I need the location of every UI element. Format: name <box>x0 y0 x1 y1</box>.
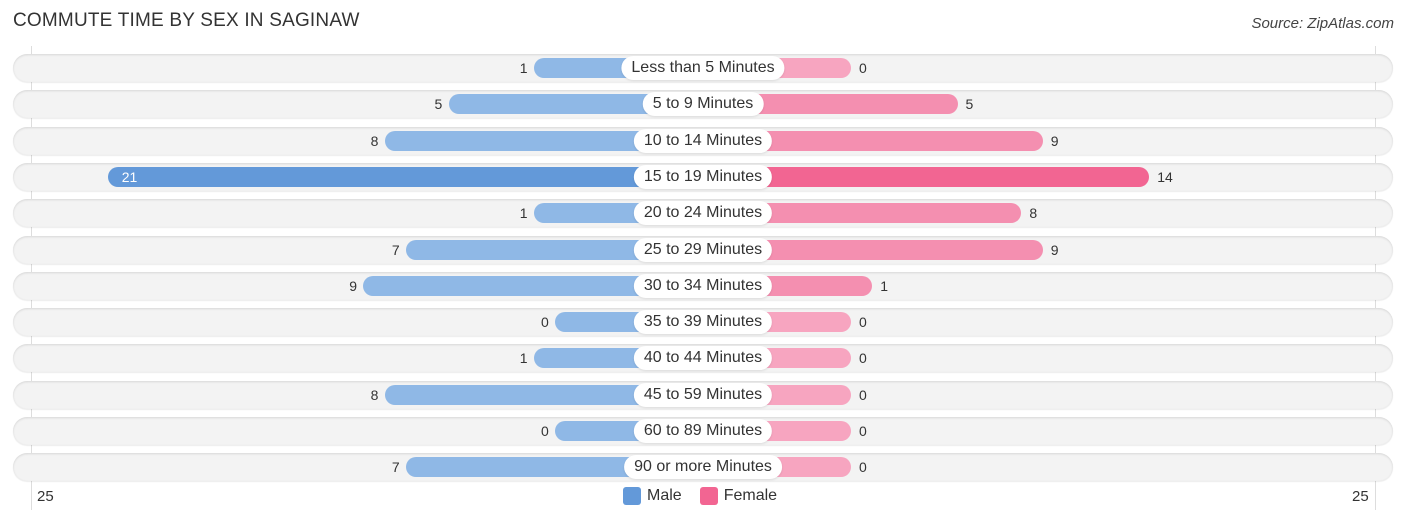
legend-label-male: Male <box>647 487 682 504</box>
male-bar[interactable] <box>107 166 703 187</box>
male-value-label: 0 <box>541 423 549 439</box>
female-value-label: 1 <box>880 277 889 294</box>
category-label: 5 to 9 Minutes <box>642 92 764 117</box>
female-value-label: 8 <box>1029 205 1038 222</box>
male-value-label: 0 <box>541 314 549 331</box>
female-value-label: 0 <box>859 350 867 367</box>
legend-swatch-female <box>699 487 718 505</box>
category-label: 20 to 24 Minutes <box>633 201 773 226</box>
male-value-label: 1 <box>519 350 528 367</box>
male-value-label: 5 <box>434 96 443 113</box>
male-value-label: 1 <box>519 60 528 76</box>
legend-item-female[interactable]: Female <box>699 487 778 505</box>
category-label: 30 to 34 Minutes <box>633 273 773 298</box>
male-value-label: 1 <box>519 205 528 222</box>
legend-swatch-male <box>623 487 641 505</box>
male-value-label: 7 <box>391 459 400 476</box>
female-value-label: 0 <box>859 314 867 331</box>
female-value-label: 0 <box>859 60 867 76</box>
category-label: 15 to 19 Minutes <box>633 164 773 189</box>
male-value-label: 9 <box>349 277 358 294</box>
legend: Male Female <box>623 487 795 505</box>
category-label: Less than 5 Minutes <box>621 56 785 80</box>
category-label: 25 to 29 Minutes <box>633 237 773 262</box>
male-value-label: 21 <box>121 168 138 185</box>
female-value-label: 0 <box>859 386 867 403</box>
left-axis-tick: 25 <box>37 488 54 505</box>
female-value-label: 9 <box>1050 241 1059 258</box>
legend-label-female: Female <box>723 487 778 504</box>
female-value-label: 9 <box>1050 132 1059 149</box>
legend-item-male[interactable]: Male <box>623 487 682 505</box>
female-value-label: 0 <box>859 459 867 476</box>
category-label: 40 to 44 Minutes <box>633 346 773 371</box>
female-value-label: 14 <box>1157 168 1173 185</box>
male-value-label: 8 <box>370 386 379 403</box>
female-value-label: 5 <box>965 96 974 113</box>
male-value-label: 8 <box>370 132 379 149</box>
chart-title: COMMUTE TIME BY SEX IN SAGINAW <box>13 10 360 31</box>
category-label: 45 to 59 Minutes <box>633 382 773 407</box>
female-value-label: 0 <box>859 423 867 439</box>
male-value-label: 7 <box>391 241 400 258</box>
category-label: 60 to 89 Minutes <box>633 419 773 443</box>
right-axis-tick: 25 <box>1352 488 1369 505</box>
category-label: 90 or more Minutes <box>624 455 782 480</box>
category-label: 35 to 39 Minutes <box>633 310 773 335</box>
category-label: 10 to 14 Minutes <box>633 128 773 153</box>
source-label: Source: ZipAtlas.com <box>1251 15 1394 32</box>
